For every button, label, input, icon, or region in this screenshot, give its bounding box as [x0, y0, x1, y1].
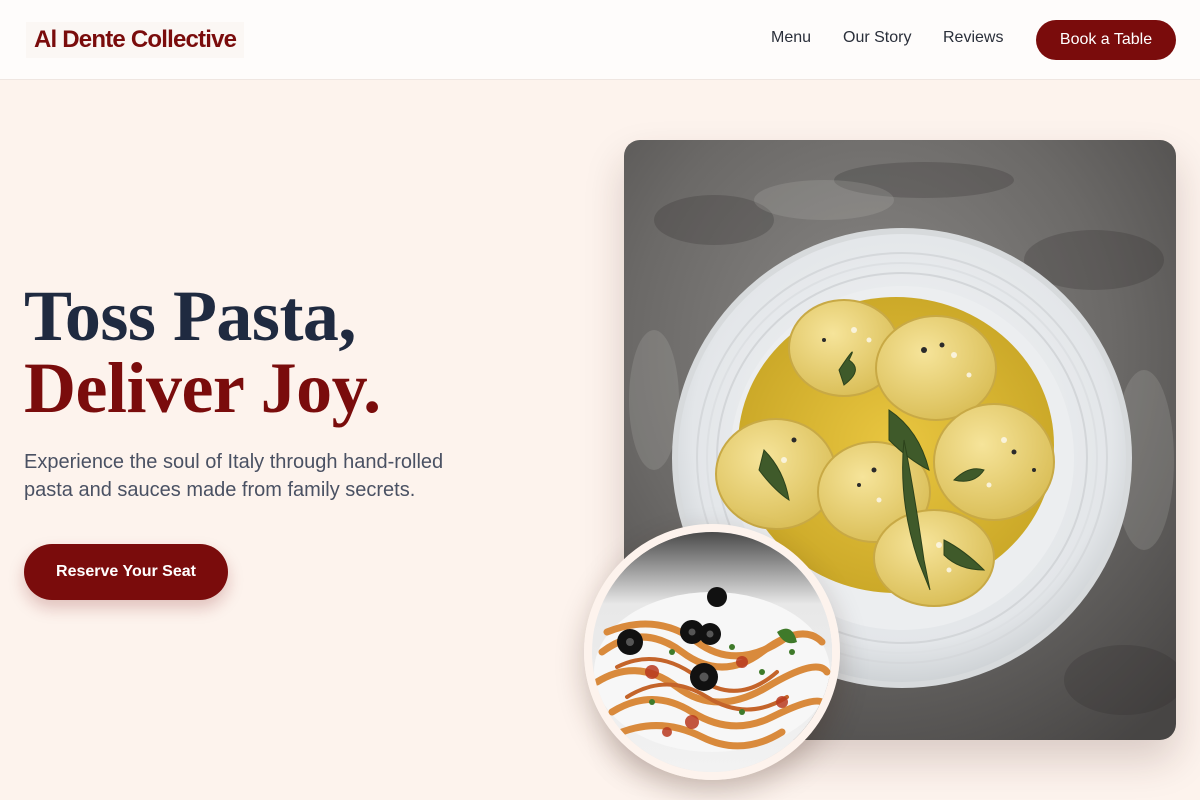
hero-title-line-2: Deliver Joy.	[24, 348, 381, 428]
reserve-seat-button[interactable]: Reserve Your Seat	[24, 544, 228, 600]
site-header: Al Dente Collective Menu Our Story Revie…	[0, 0, 1200, 80]
hero-title-line-1: Toss Pasta,	[24, 276, 356, 356]
hero-title: Toss Pasta, Deliver Joy.	[24, 280, 381, 424]
book-table-button[interactable]: Book a Table	[1036, 20, 1176, 60]
nav-link-our-story[interactable]: Our Story	[843, 29, 911, 47]
brand-logo[interactable]: Al Dente Collective	[26, 22, 245, 58]
tagliatelle-dish-photo	[584, 524, 840, 780]
hero-subtitle: Experience the soul of Italy through han…	[24, 451, 444, 501]
nav-link-menu[interactable]: Menu	[771, 29, 811, 47]
nav-link-reviews[interactable]: Reviews	[943, 29, 1003, 47]
